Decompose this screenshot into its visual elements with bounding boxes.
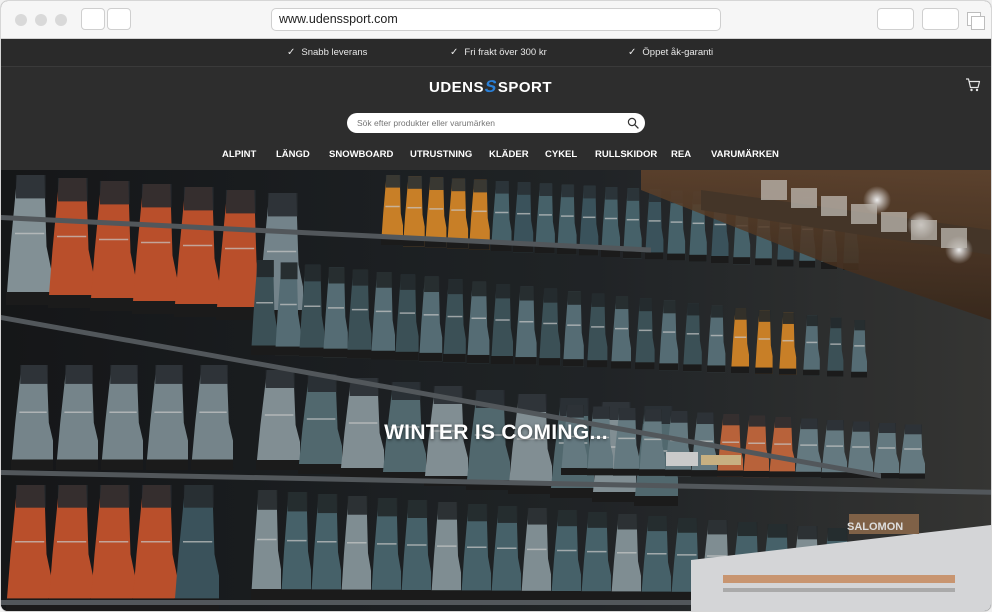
- check-icon: ✓: [450, 47, 459, 58]
- check-icon: ✓: [287, 47, 296, 58]
- window-minimize-dot[interactable]: [35, 14, 47, 26]
- nav-item-rea[interactable]: REA: [671, 147, 691, 163]
- nav-item-snowboard[interactable]: SNOWBOARD: [329, 147, 393, 163]
- window-close-dot[interactable]: [15, 14, 27, 26]
- hero-banner[interactable]: SALOMON WINTER IS COMING...: [1, 170, 991, 611]
- nav-item-alpint[interactable]: ALPINT: [222, 147, 256, 163]
- browser-action-button-2[interactable]: [922, 8, 959, 30]
- hero-title: WINTER IS COMING...: [384, 421, 608, 444]
- browser-action-button-1[interactable]: [877, 8, 914, 30]
- nav-item-klader[interactable]: KLÄDER: [489, 147, 529, 163]
- window-zoom-dot[interactable]: [55, 14, 67, 26]
- browser-window: www.udenssport.com ✓ Snabb leverans ✓ Fri …: [0, 0, 992, 612]
- hero-image: SALOMON: [1, 170, 991, 611]
- address-bar[interactable]: www.udenssport.com: [271, 8, 721, 31]
- site-logo[interactable]: UDENSSSPORT: [429, 77, 552, 97]
- nav-item-langd[interactable]: LÄNGD: [276, 147, 310, 163]
- forward-button[interactable]: [107, 8, 131, 30]
- search-bar: [347, 113, 645, 133]
- site-header: UDENSSSPORT ALPINT LÄNGD SNOWBOARD UTRUS…: [1, 67, 991, 170]
- check-icon: ✓: [628, 47, 637, 58]
- nav-item-cykel[interactable]: CYKEL: [545, 147, 577, 163]
- usp-bar: ✓ Snabb leverans ✓ Fri frakt över 300 kr ✓…: [1, 39, 991, 67]
- usp-item: ✓ Öppet åk-garanti: [628, 39, 713, 66]
- hero-overlay: [1, 170, 991, 611]
- nav-item-rullskidor[interactable]: RULLSKIDOR: [595, 147, 657, 163]
- usp-item: ✓ Fri frakt över 300 kr: [450, 39, 547, 66]
- search-icon[interactable]: [627, 117, 639, 129]
- back-button[interactable]: [81, 8, 105, 30]
- browser-chrome: www.udenssport.com: [1, 1, 991, 39]
- search-input[interactable]: [357, 115, 617, 131]
- nav-item-utrustning[interactable]: UTRUSTNING: [410, 147, 472, 163]
- tabs-overview-icon-back: [971, 16, 985, 30]
- main-nav: ALPINT LÄNGD SNOWBOARD UTRUSTNING KLÄDER…: [1, 147, 991, 163]
- usp-item: ✓ Snabb leverans: [287, 39, 367, 66]
- shopping-cart-icon[interactable]: [965, 77, 981, 93]
- logo-mark-icon: S: [483, 77, 499, 96]
- nav-item-varumarken[interactable]: VARUMÄRKEN: [711, 147, 779, 163]
